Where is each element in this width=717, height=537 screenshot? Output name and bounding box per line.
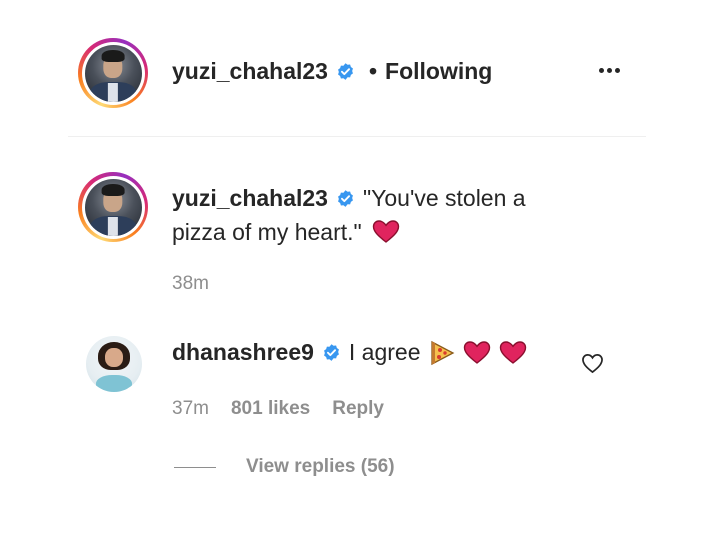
caption-avatar[interactable] [78, 172, 148, 242]
verified-badge-icon [338, 189, 353, 207]
header-divider [68, 136, 646, 137]
pizza-emoji-icon [430, 340, 454, 365]
comment-username[interactable]: dhanashree9 [172, 339, 314, 366]
comment-body: dhanashree9 I agree [172, 339, 527, 366]
caption-body: yuzi_chahal23 "You've stolen a pizza of … [172, 181, 592, 249]
header-avatar[interactable] [78, 38, 148, 108]
comment-avatar[interactable] [86, 336, 142, 392]
following-button[interactable]: Following [385, 58, 492, 85]
heart-emoji-icon [463, 340, 490, 364]
comment-text: I agree [348, 339, 421, 365]
caption-text-line1: "You've stolen a [362, 185, 526, 211]
header-username[interactable]: yuzi_chahal23 [172, 58, 328, 85]
replies-line [174, 466, 216, 468]
verified-badge-icon [338, 63, 353, 80]
view-replies-row[interactable]: View replies (56) [174, 456, 395, 478]
view-replies-button[interactable]: View replies (56) [246, 456, 395, 478]
caption-text-line2: pizza of my heart." [172, 219, 362, 245]
comment-time: 37m [172, 398, 209, 419]
heart-emoji-icon [372, 220, 399, 243]
separator-dot: • [368, 58, 378, 84]
comment-likes[interactable]: 801 likes [231, 398, 310, 420]
comment-meta: 37m 801 likes Reply [172, 398, 384, 420]
more-options-icon[interactable] [597, 68, 621, 73]
reply-button[interactable]: Reply [332, 398, 384, 420]
heart-emoji-icon [499, 340, 526, 364]
caption-username[interactable]: yuzi_chahal23 [172, 181, 328, 215]
heart-outline-icon[interactable] [581, 353, 604, 374]
verified-badge-icon [323, 344, 339, 361]
caption-time: 38m [172, 273, 209, 294]
